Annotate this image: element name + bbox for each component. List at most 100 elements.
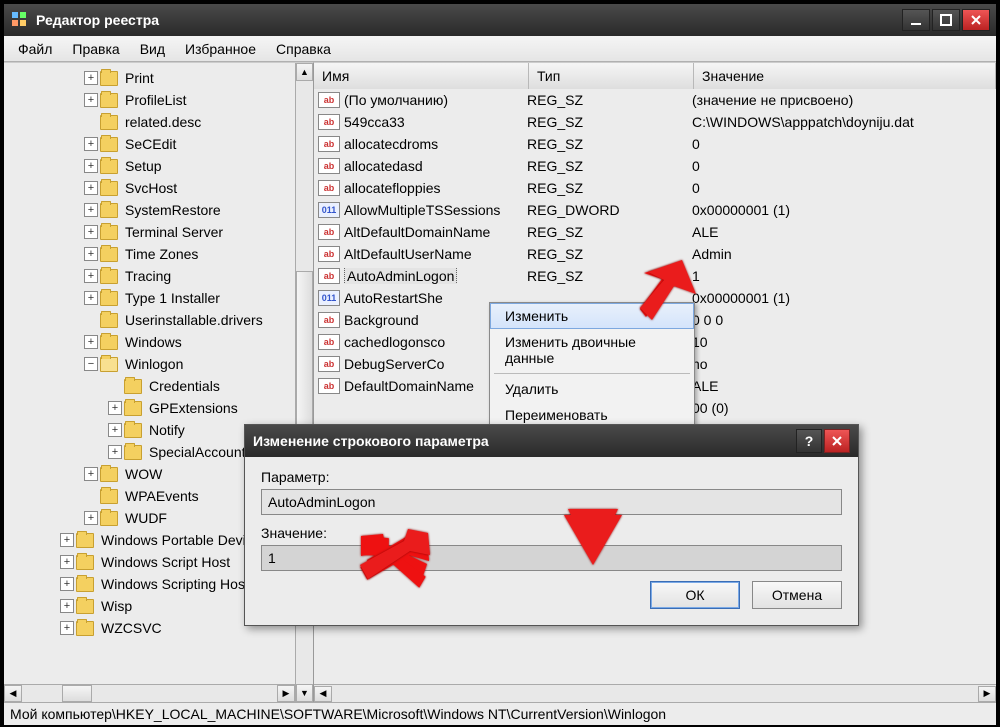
string-value-icon: ab <box>318 378 340 394</box>
expander-icon[interactable]: + <box>84 335 98 349</box>
tree-item[interactable]: +SystemRestore <box>4 199 313 221</box>
expander-icon[interactable]: + <box>108 445 122 459</box>
expander-icon[interactable]: + <box>84 269 98 283</box>
list-row[interactable]: ab549cca33REG_SZC:\WINDOWS\apppatch\doyn… <box>314 111 996 133</box>
folder-icon <box>100 225 118 240</box>
list-row[interactable]: abAltDefaultDomainNameREG_SZALE <box>314 221 996 243</box>
binary-value-icon: 011 <box>318 202 340 218</box>
folder-icon <box>100 335 118 350</box>
expander-icon[interactable]: + <box>60 555 74 569</box>
scroll-down-button[interactable]: ▼ <box>296 684 313 702</box>
tree-item[interactable]: +Time Zones <box>4 243 313 265</box>
expander-icon[interactable]: + <box>60 533 74 547</box>
dialog-help-button[interactable]: ? <box>796 429 822 453</box>
expander-icon <box>84 313 98 327</box>
expander-icon[interactable]: − <box>84 357 98 371</box>
list-row[interactable]: aballocatefloppiesREG_SZ0 <box>314 177 996 199</box>
expander-icon[interactable]: + <box>84 203 98 217</box>
cell-name: AltDefaultDomainName <box>344 224 527 240</box>
expander-icon[interactable]: + <box>84 247 98 261</box>
tree-label: Notify <box>146 421 188 439</box>
tree-item[interactable]: Userinstallable.drivers <box>4 309 313 331</box>
minimize-button[interactable] <box>902 9 930 31</box>
expander-icon[interactable]: + <box>84 291 98 305</box>
expander-icon[interactable]: + <box>84 159 98 173</box>
list-row[interactable]: aballocatecdromsREG_SZ0 <box>314 133 996 155</box>
menu-view[interactable]: Вид <box>130 37 175 61</box>
expander-icon[interactable]: + <box>108 401 122 415</box>
folder-icon <box>100 115 118 130</box>
maximize-button[interactable] <box>932 9 960 31</box>
expander-icon[interactable]: + <box>60 621 74 635</box>
cell-name: AllowMultipleTSSessions <box>344 202 527 218</box>
cell-name: AutoAdminLogon <box>344 268 527 284</box>
folder-icon <box>100 203 118 218</box>
scroll-right-button[interactable]: ▶ <box>978 686 996 702</box>
list-row[interactable]: 011AllowMultipleTSSessionsREG_DWORD0x000… <box>314 199 996 221</box>
scroll-left-button[interactable]: ◀ <box>4 685 22 702</box>
folder-icon <box>100 71 118 86</box>
annotation-arrow-icon <box>360 529 430 588</box>
ok-button[interactable]: ОК <box>650 581 740 609</box>
close-button[interactable] <box>962 9 990 31</box>
scroll-thumb[interactable] <box>62 685 92 702</box>
expander-icon[interactable]: + <box>108 423 122 437</box>
expander-icon[interactable]: + <box>84 181 98 195</box>
tree-label: ProfileList <box>122 91 189 109</box>
tree-item[interactable]: related.desc <box>4 111 313 133</box>
edit-string-dialog: Изменение строкового параметра ? Парамет… <box>244 424 859 626</box>
expander-icon[interactable]: + <box>84 137 98 151</box>
tree-item[interactable]: +Print <box>4 67 313 89</box>
tree-item[interactable]: +Type 1 Installer <box>4 287 313 309</box>
expander-icon[interactable]: + <box>84 71 98 85</box>
expander-icon[interactable]: + <box>84 225 98 239</box>
tree-item[interactable]: +GPExtensions <box>4 397 313 419</box>
tree-item[interactable]: +Tracing <box>4 265 313 287</box>
tree-item[interactable]: +Windows <box>4 331 313 353</box>
list-row[interactable]: ab(По умолчанию)REG_SZ(значение не присв… <box>314 89 996 111</box>
folder-icon <box>100 511 118 526</box>
cell-value: ALE <box>692 378 996 394</box>
context-delete[interactable]: Удалить <box>490 376 694 402</box>
menu-edit[interactable]: Правка <box>62 37 129 61</box>
tree-item[interactable]: −Winlogon <box>4 353 313 375</box>
expander-icon[interactable]: + <box>84 467 98 481</box>
cancel-button[interactable]: Отмена <box>752 581 842 609</box>
scroll-up-button[interactable]: ▲ <box>296 63 313 81</box>
context-modify-binary[interactable]: Изменить двоичные данные <box>490 329 694 371</box>
cell-value: 0 0 0 <box>692 312 996 328</box>
column-name[interactable]: Имя <box>314 63 529 89</box>
expander-icon[interactable]: + <box>60 599 74 613</box>
folder-icon <box>76 533 94 548</box>
cell-name: 549cca33 <box>344 114 527 130</box>
expander-icon[interactable]: + <box>84 93 98 107</box>
cell-value: 0 <box>692 180 996 196</box>
tree-item[interactable]: +Terminal Server <box>4 221 313 243</box>
expander-icon[interactable]: + <box>60 577 74 591</box>
scroll-left-button[interactable]: ◀ <box>314 686 332 702</box>
param-label: Параметр: <box>261 469 842 485</box>
tree-label: WOW <box>122 465 165 483</box>
scroll-right-button[interactable]: ▶ <box>277 685 295 702</box>
column-value[interactable]: Значение <box>694 63 996 89</box>
dialog-close-button[interactable] <box>824 429 850 453</box>
tree-item[interactable]: +SvcHost <box>4 177 313 199</box>
tree-item[interactable]: + Setup <box>4 155 313 177</box>
tree-item[interactable]: + ProfileList <box>4 89 313 111</box>
value-input[interactable] <box>261 545 842 571</box>
dialog-titlebar: Изменение строкового параметра ? <box>245 425 858 457</box>
menu-file[interactable]: Файл <box>8 37 62 61</box>
tree-item[interactable]: Credentials <box>4 375 313 397</box>
list-row[interactable]: aballocatedasdREG_SZ0 <box>314 155 996 177</box>
tree-item[interactable]: +SeCEdit <box>4 133 313 155</box>
expander-icon[interactable]: + <box>84 511 98 525</box>
list-horizontal-scrollbar[interactable]: ◀ ▶ <box>314 684 996 702</box>
column-type[interactable]: Тип <box>529 63 694 89</box>
tree-horizontal-scrollbar[interactable]: ◀ ▶ <box>4 684 295 702</box>
menu-help[interactable]: Справка <box>266 37 341 61</box>
string-value-icon: ab <box>318 268 340 284</box>
tree-label: Setup <box>122 157 165 175</box>
menu-favorites[interactable]: Избранное <box>175 37 266 61</box>
expander-icon <box>84 115 98 129</box>
folder-icon <box>100 159 118 174</box>
